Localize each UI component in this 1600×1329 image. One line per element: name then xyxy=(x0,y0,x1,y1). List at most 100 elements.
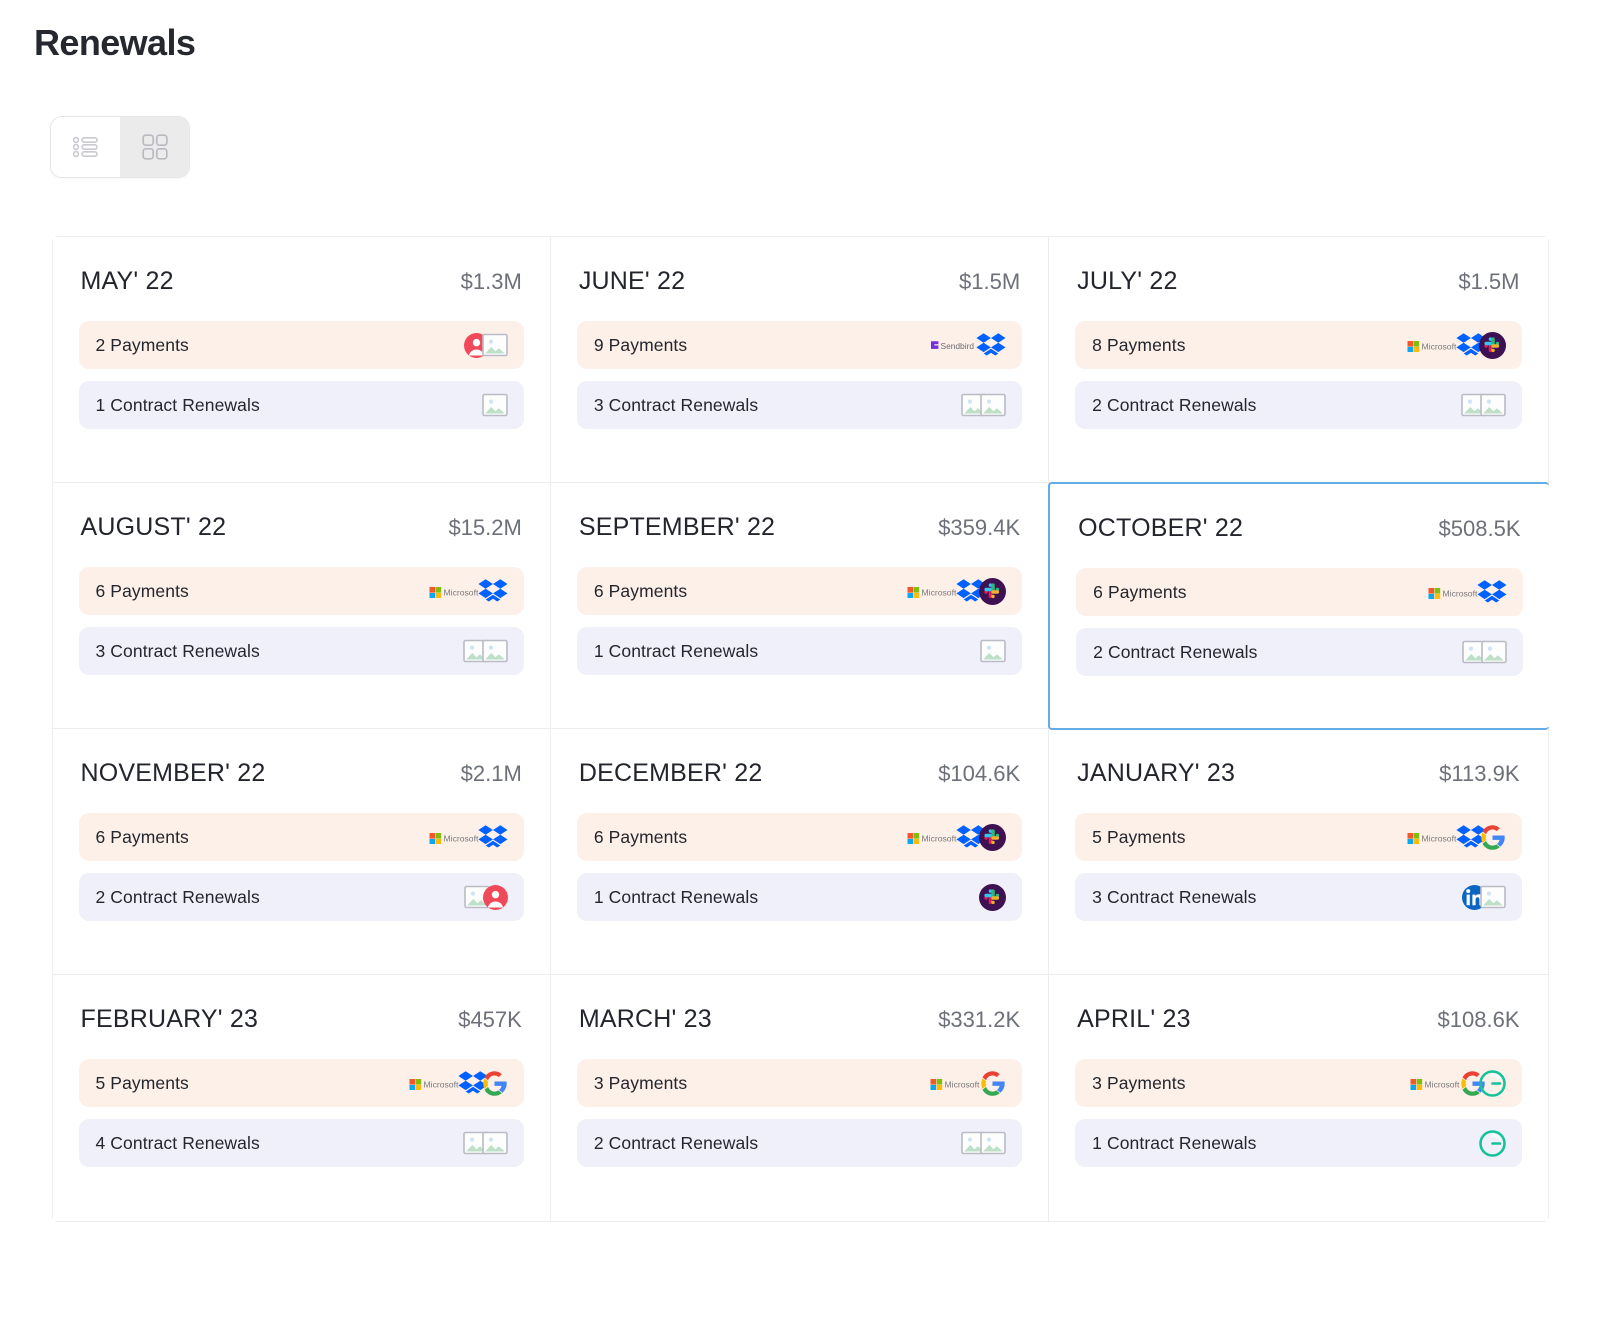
payments-row[interactable]: 8 Payments Microsoft xyxy=(1075,321,1521,369)
payments-label: 6 Payments xyxy=(1093,582,1186,603)
grid-view-button[interactable] xyxy=(120,117,189,177)
month-card[interactable]: NOVEMBER' 22$2.1M 6 Payments Microsoft 2 … xyxy=(53,729,551,975)
slack-logo-icon xyxy=(1479,332,1506,359)
month-card[interactable]: OCTOBER' 22 $508.5K 6 Payments Microsoft 2… xyxy=(1048,482,1548,730)
payments-row[interactable]: 6 Payments Microsoft xyxy=(577,813,1022,861)
month-card-header: JULY' 22$1.5M xyxy=(1075,267,1521,296)
contract-renewals-label: 2 Contract Renewals xyxy=(594,1133,758,1154)
month-amount: $359.4K xyxy=(938,515,1020,541)
month-amount: $508.5K xyxy=(1439,516,1521,542)
sendbird-logo-icon: Sendbird xyxy=(929,338,983,352)
dropbox-logo-icon xyxy=(1477,579,1507,605)
month-card[interactable]: AUGUST' 22 $15.2M 6 Payments Microsoft 3 C… xyxy=(53,483,551,729)
image-logo-icon xyxy=(482,639,508,663)
month-amount: $104.6K xyxy=(938,761,1020,787)
contract-renewals-row[interactable]: 4 Contract Renewals xyxy=(79,1119,524,1167)
month-label: DECEMBER' 22 xyxy=(579,759,763,788)
payments-logo-stack: Microsoft xyxy=(907,822,1006,852)
google-logo-icon xyxy=(979,1070,1006,1097)
payments-row[interactable]: 6 Payments Microsoft xyxy=(577,567,1022,615)
microsoft-logo-icon: Microsoft xyxy=(930,1076,986,1090)
contract-renewals-logo-stack xyxy=(1479,1128,1506,1158)
contract-renewals-row[interactable]: 2 Contract Renewals xyxy=(79,873,524,921)
contract-renewals-row[interactable]: 1 Contract Renewals xyxy=(1075,1119,1521,1167)
payments-row[interactable]: 9 Payments Sendbird xyxy=(577,321,1022,369)
payments-label: 3 Payments xyxy=(1092,1073,1185,1094)
microsoft-logo-icon: Microsoft xyxy=(1407,830,1463,844)
svg-text:Microsoft: Microsoft xyxy=(423,1079,458,1089)
payments-row[interactable]: 3 Payments Microsoft xyxy=(1075,1059,1521,1107)
contract-renewals-row[interactable]: 2 Contract Renewals xyxy=(1076,628,1522,676)
renewals-grid-container: MAY' 22$1.3M2 Payments 1 Contract Renewa… xyxy=(0,178,1600,1222)
payments-label: 5 Payments xyxy=(96,1073,189,1094)
contract-renewals-logo-stack xyxy=(979,882,1006,912)
month-amount: $1.5M xyxy=(959,269,1020,295)
month-card[interactable]: JULY' 22$1.5M 8 Payments Microsoft 2 Cont… xyxy=(1049,237,1547,483)
contract-renewals-row[interactable]: 1 Contract Renewals xyxy=(79,381,524,429)
payments-row[interactable]: 6 Payments Microsoft xyxy=(79,567,524,615)
contract-renewals-label: 1 Contract Renewals xyxy=(594,641,758,662)
microsoft-logo-icon: Microsoft xyxy=(409,1076,465,1090)
image-logo-icon xyxy=(1481,640,1507,664)
contract-renewals-logo-stack xyxy=(464,882,508,912)
image-logo-icon xyxy=(482,333,508,357)
month-card[interactable]: SEPTEMBER' 22$359.4K 6 Payments Microsoft… xyxy=(551,483,1049,729)
month-card[interactable]: APRIL' 23$108.6K3 Payments Microsoft 1 C… xyxy=(1049,975,1547,1221)
contract-renewals-row[interactable]: 3 Contract Renewals xyxy=(79,627,524,675)
month-label: JANUARY' 23 xyxy=(1077,759,1235,788)
dropbox-logo-icon xyxy=(478,578,508,604)
month-card[interactable]: JUNE' 22 $1.5M 9 Payments Sendbird 3 Contr… xyxy=(551,237,1049,483)
payments-row[interactable]: 6 Payments Microsoft xyxy=(1076,568,1522,616)
contract-renewals-logo-stack xyxy=(980,636,1006,666)
month-card[interactable]: DECEMBER' 22$104.6K6 Payments Microsoft … xyxy=(551,729,1049,975)
contract-renewals-logo-stack xyxy=(463,1128,508,1158)
contract-renewals-row[interactable]: 1 Contract Renewals xyxy=(577,627,1022,675)
contract-renewals-row[interactable]: 3 Contract Renewals xyxy=(577,381,1022,429)
payments-row[interactable]: 5 Payments Microsoft xyxy=(1075,813,1521,861)
payments-logo-stack: Microsoft xyxy=(907,576,1006,606)
month-amount: $15.2M xyxy=(448,515,521,541)
payments-row[interactable]: 2 Payments xyxy=(79,321,524,369)
contract-renewals-row[interactable]: 1 Contract Renewals xyxy=(577,873,1022,921)
contract-renewals-label: 4 Contract Renewals xyxy=(96,1133,260,1154)
grid-view-icon xyxy=(142,134,168,160)
month-label: AUGUST' 22 xyxy=(81,513,227,542)
contract-renewals-row[interactable]: 2 Contract Renewals xyxy=(1075,381,1521,429)
google-logo-icon xyxy=(1479,824,1506,851)
payments-row[interactable]: 3 Payments Microsoft xyxy=(577,1059,1022,1107)
payments-label: 9 Payments xyxy=(594,335,687,356)
payments-logo-stack: Microsoft xyxy=(930,1068,1006,1098)
contract-renewals-logo-stack xyxy=(961,390,1006,420)
payments-row[interactable]: 5 Payments Microsoft xyxy=(79,1059,524,1107)
month-card[interactable]: MARCH' 23$331.2K3 Payments Microsoft 2 C… xyxy=(551,975,1049,1221)
image-logo-icon xyxy=(980,1131,1006,1155)
month-card[interactable]: JANUARY' 23$113.9K5 Payments Microsoft 3… xyxy=(1049,729,1547,975)
month-amount: $2.1M xyxy=(461,761,522,787)
microsoft-logo-icon: Microsoft xyxy=(1428,585,1484,599)
month-card[interactable]: MAY' 22$1.3M2 Payments 1 Contract Renewa… xyxy=(53,237,551,483)
month-label: MAY' 22 xyxy=(81,267,174,296)
contract-renewals-label: 2 Contract Renewals xyxy=(1093,642,1257,663)
payments-logo-stack: Microsoft xyxy=(1410,1068,1506,1098)
payments-label: 6 Payments xyxy=(594,827,687,848)
month-amount: $457K xyxy=(458,1007,522,1033)
month-card[interactable]: FEBRUARY' 23$457K5 Payments Microsoft 4 … xyxy=(53,975,551,1221)
month-label: JUNE' 22 xyxy=(579,267,685,296)
contract-renewals-row[interactable]: 3 Contract Renewals xyxy=(1075,873,1521,921)
month-label: OCTOBER' 22 xyxy=(1078,514,1243,543)
svg-text:Sendbird: Sendbird xyxy=(941,341,975,351)
avatar-logo-icon xyxy=(483,885,508,910)
contract-renewals-row[interactable]: 2 Contract Renewals xyxy=(577,1119,1022,1167)
payments-label: 3 Payments xyxy=(594,1073,687,1094)
slack-logo-icon xyxy=(979,884,1006,911)
list-view-button[interactable] xyxy=(51,117,120,177)
month-card-header: NOVEMBER' 22$2.1M xyxy=(79,759,524,788)
microsoft-logo-icon: Microsoft xyxy=(429,830,485,844)
month-card-header: SEPTEMBER' 22$359.4K xyxy=(577,513,1022,542)
payments-row[interactable]: 6 Payments Microsoft xyxy=(79,813,524,861)
view-toggle[interactable] xyxy=(50,116,190,178)
microsoft-logo-icon: Microsoft xyxy=(907,830,963,844)
payments-logo-stack: Microsoft xyxy=(429,576,508,606)
payments-logo-stack: Microsoft xyxy=(429,822,508,852)
image-logo-icon xyxy=(482,1131,508,1155)
